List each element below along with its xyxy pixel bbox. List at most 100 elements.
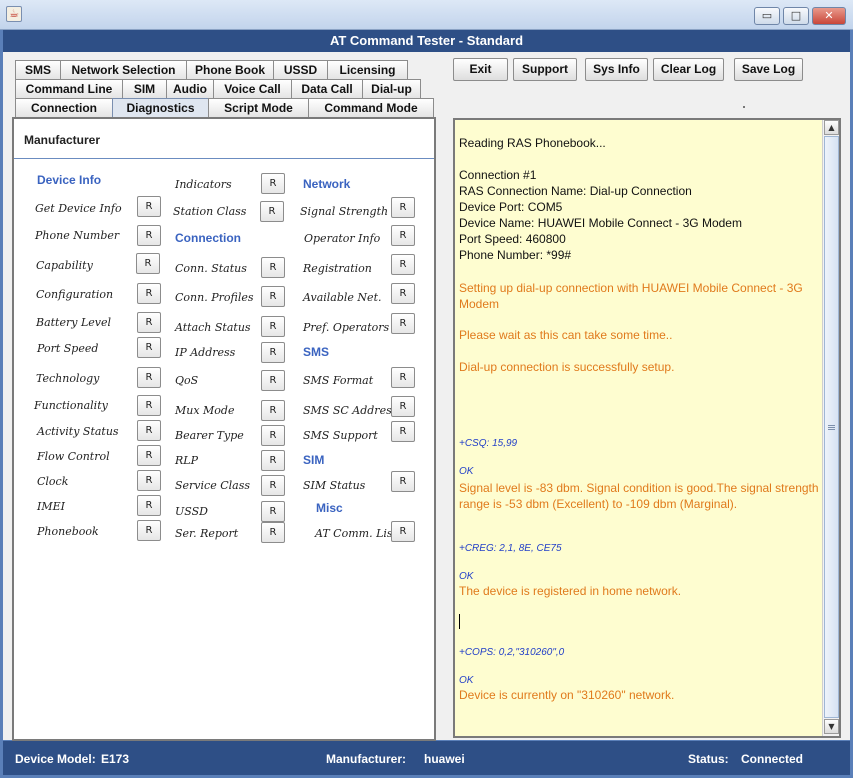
tab-licensing[interactable]: Licensing	[327, 60, 408, 79]
maximize-button[interactable]: □	[783, 7, 809, 25]
port-speed-button[interactable]: R	[137, 337, 161, 358]
log-scrollbar[interactable]: ▲ ▼	[822, 120, 839, 736]
tab-sms[interactable]: SMS	[15, 60, 61, 79]
battery-level-label: Battery Level	[36, 316, 112, 329]
sms-format-label: SMS Format	[303, 374, 374, 387]
ussd-button[interactable]: R	[261, 501, 285, 522]
functionality-button[interactable]: R	[137, 395, 161, 416]
available-networks-button[interactable]: R	[391, 283, 415, 304]
indicators-label: Indicators	[175, 178, 232, 191]
tab-diagnostics[interactable]: Diagnostics	[112, 98, 209, 117]
manufacturer-heading: Manufacturer	[24, 133, 101, 147]
station-class-button[interactable]: R	[260, 201, 284, 222]
technology-label: Technology	[36, 372, 100, 385]
capability-label: Capability	[36, 259, 93, 272]
ip-address-button[interactable]: R	[261, 342, 285, 363]
qos-button[interactable]: R	[261, 370, 285, 391]
at-comm-list-label: AT Comm. List	[315, 527, 397, 540]
conn-profiles-button[interactable]: R	[261, 286, 285, 307]
tab-connection[interactable]: Connection	[15, 98, 113, 117]
manufacturer-value: huawei	[424, 752, 465, 766]
bearer-type-button[interactable]: R	[261, 425, 285, 446]
log-line: OK	[459, 571, 474, 582]
tab-ussd[interactable]: USSD	[273, 60, 328, 79]
conn-status-label: Conn. Status	[175, 262, 247, 275]
window-title: AT Command Tester - Standard	[3, 30, 850, 52]
sms-support-button[interactable]: R	[391, 421, 415, 442]
java-app-icon: ☕	[6, 6, 22, 22]
station-class-label: Station Class	[173, 205, 247, 218]
sys-info-button[interactable]: Sys Info	[585, 58, 648, 81]
clear-log-button[interactable]: Clear Log	[653, 58, 724, 81]
technology-button[interactable]: R	[137, 367, 161, 388]
support-button[interactable]: Support	[513, 58, 577, 81]
rlp-button[interactable]: R	[261, 450, 285, 471]
sms-sc-address-button[interactable]: R	[391, 396, 415, 417]
get-device-info-label: Get Device Info	[35, 202, 122, 215]
configuration-button[interactable]: R	[137, 283, 161, 304]
scroll-down-arrow-icon[interactable]: ▼	[824, 719, 839, 734]
activity-status-button[interactable]: R	[137, 420, 161, 441]
service-class-button[interactable]: R	[261, 475, 285, 496]
attach-status-button[interactable]: R	[261, 316, 285, 337]
service-class-label: Service Class	[175, 479, 250, 492]
sim-status-button[interactable]: R	[391, 471, 415, 492]
main-content: SMS Network Selection Phone Book USSD Li…	[3, 52, 850, 741]
tab-data-call[interactable]: Data Call	[291, 79, 363, 98]
tab-command-line[interactable]: Command Line	[15, 79, 123, 98]
scroll-up-arrow-icon[interactable]: ▲	[824, 120, 839, 135]
pref-operators-button[interactable]: R	[391, 313, 415, 334]
save-log-button[interactable]: Save Log	[734, 58, 803, 81]
device-model-label: Device Model:	[15, 752, 96, 766]
capability-button[interactable]: R	[136, 253, 160, 274]
battery-level-button[interactable]: R	[137, 312, 161, 333]
configuration-label: Configuration	[36, 288, 114, 301]
attach-status-label: Attach Status	[175, 321, 251, 334]
imei-button[interactable]: R	[137, 495, 161, 516]
connection-section: Connection	[175, 231, 241, 245]
phone-number-button[interactable]: R	[137, 225, 161, 246]
ser-report-button[interactable]: R	[261, 522, 285, 543]
operator-info-button[interactable]: R	[391, 225, 415, 246]
phone-number-label: Phone Number	[35, 229, 120, 242]
conn-status-button[interactable]: R	[261, 257, 285, 278]
ser-report-label: Ser. Report	[175, 527, 239, 540]
sim-status-label: SIM Status	[303, 479, 366, 492]
log-output[interactable]: Reading RAS Phonebook... Connection #1 R…	[453, 118, 841, 738]
log-line: Phone Number: *99#	[459, 248, 572, 262]
minimize-button[interactable]: ▭	[754, 7, 780, 25]
tab-voice-call[interactable]: Voice Call	[213, 79, 292, 98]
tab-row-1: SMS Network Selection Phone Book USSD Li…	[15, 60, 408, 79]
signal-strength-button[interactable]: R	[391, 197, 415, 218]
tab-dial-up[interactable]: Dial-up	[362, 79, 421, 98]
tab-phone-book[interactable]: Phone Book	[186, 60, 274, 79]
tab-sim[interactable]: SIM	[122, 79, 167, 98]
mux-mode-button[interactable]: R	[261, 400, 285, 421]
indicators-button[interactable]: R	[261, 173, 285, 194]
flow-control-button[interactable]: R	[137, 445, 161, 466]
close-button[interactable]: ✕	[812, 7, 846, 25]
at-comm-list-button[interactable]: R	[391, 521, 415, 542]
log-line: Please wait as this can take some time..	[459, 328, 673, 342]
functionality-label: Functionality	[34, 399, 108, 412]
phonebook-button[interactable]: R	[137, 520, 161, 541]
clock-button[interactable]: R	[137, 470, 161, 491]
log-line: Setting up dial-up connection with HUAWE…	[459, 281, 803, 311]
network-section: Network	[303, 177, 351, 191]
tab-audio[interactable]: Audio	[166, 79, 214, 98]
scroll-thumb[interactable]	[824, 136, 839, 718]
tab-script-mode[interactable]: Script Mode	[208, 98, 309, 117]
status-value: Connected	[741, 752, 804, 766]
ussd-label: USSD	[175, 505, 208, 518]
tab-command-mode[interactable]: Command Mode	[308, 98, 434, 117]
log-line: Signal level is -83 dbm. Signal conditio…	[459, 481, 819, 511]
sms-format-button[interactable]: R	[391, 367, 415, 388]
registration-button[interactable]: R	[391, 254, 415, 275]
exit-button[interactable]: Exit	[453, 58, 508, 81]
get-device-info-button[interactable]: R	[137, 196, 161, 217]
rlp-label: RLP	[175, 454, 198, 467]
activity-status-label: Activity Status	[37, 425, 119, 438]
device-info-section: Device Info	[37, 173, 102, 187]
tab-network-selection[interactable]: Network Selection	[60, 60, 187, 79]
operator-info-label: Operator Info	[304, 232, 381, 245]
